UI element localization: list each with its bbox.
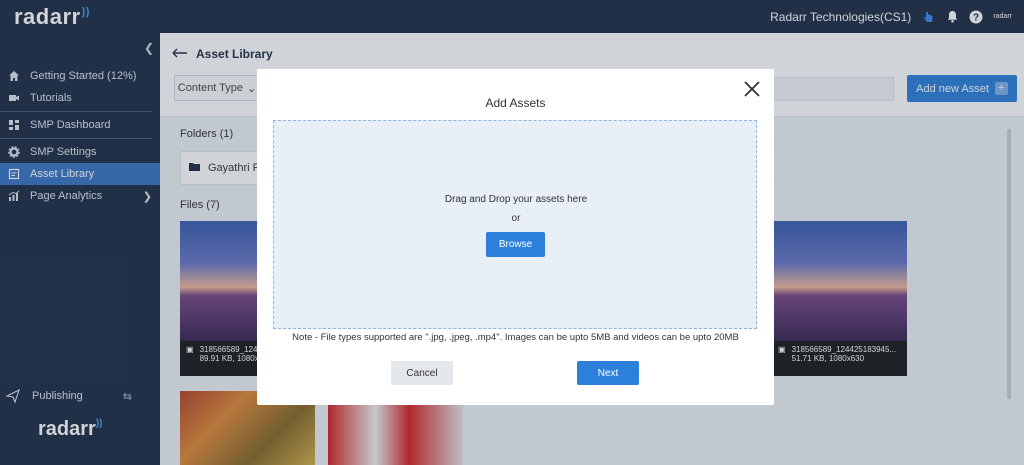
- file-type-note: Note - File types supported are ".jpg, .…: [292, 332, 739, 343]
- modal-title: Add Assets: [485, 96, 546, 110]
- add-assets-modal: Add Assets Drag and Drop your assets her…: [257, 69, 774, 405]
- browse-button[interactable]: Browse: [486, 232, 545, 257]
- close-icon[interactable]: [742, 79, 762, 99]
- or-separator: or: [511, 213, 521, 224]
- drop-zone[interactable]: Drag and Drop your assets here or Browse: [273, 120, 757, 329]
- next-button[interactable]: Next: [577, 361, 639, 385]
- cancel-button[interactable]: Cancel: [391, 361, 453, 385]
- drop-instructions: Drag and Drop your assets here: [444, 194, 588, 205]
